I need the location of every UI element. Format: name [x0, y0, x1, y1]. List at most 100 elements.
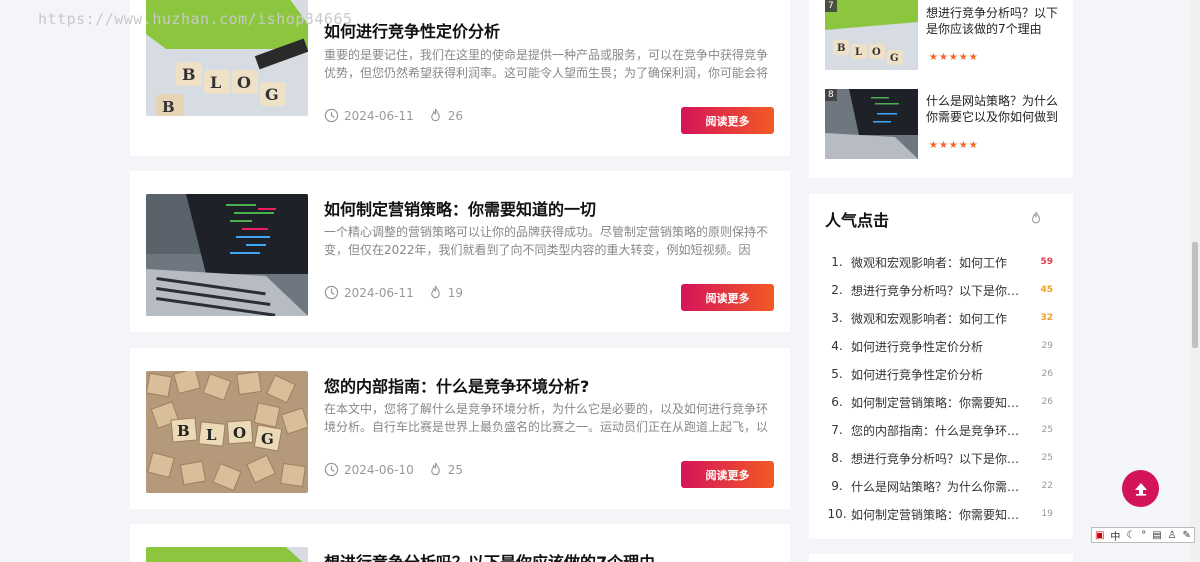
sidebar-post-title[interactable]: 什么是网站策略？为什么你需要它以及你如何做到 [926, 93, 1061, 125]
popular-count: 45 [1040, 285, 1053, 295]
post-thumbnail-blog-blocks[interactable] [146, 547, 308, 562]
popular-item-title[interactable]: 微观和宏观影响者：如何工作 [851, 310, 1033, 327]
scrollbar[interactable] [1190, 0, 1200, 562]
post-excerpt: 在本文中，您将了解什么是竞争环境分析，为什么它是必要的，以及如何进行竞争环境分析… [324, 402, 769, 434]
popular-heading: 人气点击 [825, 211, 890, 230]
sidebar-post-title[interactable]: 想进行竞争分析吗？以下是你应该做的7个理由 [926, 5, 1061, 37]
popular-item-title[interactable]: 您的内部指南：什么是竞争环境分析? [851, 422, 1033, 439]
svg-text:L: L [206, 426, 217, 444]
ime-logo-icon[interactable]: ▣ [1095, 530, 1104, 541]
post-excerpt: 重要的是要记住，我们在这里的使命是提供一种产品或服务，可以在竞争中获得竞争优势，… [324, 48, 769, 80]
popular-rank: 5. [831, 367, 843, 381]
sidebar-thumbnail[interactable]: B L O G 7 [825, 0, 918, 70]
popular-item-title[interactable]: 想进行竞争分析吗？以下是你应该做的7个理由 [851, 282, 1033, 299]
svg-text:B: B [182, 65, 196, 84]
popular-rank: 2. [831, 283, 843, 297]
svg-text:L: L [210, 73, 221, 92]
popular-count: 29 [1041, 341, 1053, 351]
popular-count: 26 [1041, 369, 1053, 379]
post-date: 2024-06-11 [344, 286, 414, 300]
post-card: B L O G 您的内部指南：什么是竞争环境分析? 在本文中，您将了解什么是竞争… [130, 348, 790, 509]
popular-widget: 人气点击 1. 微观和宏观影响者：如何工作 59 2. 想进行竞争分析吗？以下是你应该做… [809, 194, 1073, 539]
ime-mode[interactable]: 中 [1110, 528, 1120, 543]
sidebar-widget [809, 554, 1073, 562]
wrench-icon[interactable]: ✎ [1183, 530, 1191, 541]
post-views: 25 [447, 463, 464, 477]
popular-list: 1. 微观和宏观影响者：如何工作 59 2. 想进行竞争分析吗？以下是你应该做的7个理由… [823, 248, 1053, 528]
svg-text:G: G [265, 85, 279, 104]
popular-item[interactable]: 9. 什么是网站策略？为什么你需要它以及你如何做到 22 [823, 472, 1053, 500]
flame-icon [1029, 210, 1043, 230]
popular-item[interactable]: 5. 如何进行竞争性定价分析 26 [823, 360, 1053, 388]
svg-text:L: L [855, 47, 862, 58]
popular-count: 25 [1041, 453, 1053, 463]
post-meta: 2024-06-10 25 [324, 462, 463, 478]
clock-icon [324, 285, 340, 301]
back-to-top-button[interactable] [1122, 470, 1159, 507]
popular-item[interactable]: 10. 如何制定营销策略：你需要知道的一切 19 [823, 500, 1053, 528]
ime-toolbar[interactable]: ▣ 中 ☾ ° ▤ ♙ ✎ [1091, 527, 1195, 543]
popular-item-title[interactable]: 如何制定营销策略：你需要知道的一切 [851, 394, 1033, 411]
moon-icon[interactable]: ☾ [1126, 530, 1135, 541]
rating-stars: ★★★★★ [929, 140, 979, 151]
popular-item-title[interactable]: 想进行竞争分析吗？以下是你应该做的7个理由 [851, 450, 1033, 467]
rating-stars: ★★★★★ [929, 52, 979, 63]
popular-rank: 10. [827, 507, 847, 521]
post-thumbnail-laptop[interactable] [146, 194, 308, 316]
popular-count: 26 [1041, 397, 1053, 407]
post-title[interactable]: 您的内部指南：什么是竞争环境分析? [324, 373, 589, 397]
popular-rank: 1. [831, 255, 843, 269]
scrollbar-thumb[interactable] [1192, 242, 1198, 348]
post-views: 19 [447, 286, 464, 300]
svg-text:B: B [837, 43, 845, 54]
flame-icon [428, 108, 444, 124]
flame-icon [428, 285, 444, 301]
user-icon[interactable]: ♙ [1168, 530, 1177, 541]
watermark: https://www.huzhan.com/ishop34665 [38, 10, 353, 28]
popular-rank: 6. [831, 395, 843, 409]
svg-text:O: O [237, 73, 251, 92]
popular-item-title[interactable]: 微观和宏观影响者：如何工作 [851, 254, 1033, 271]
popular-item-title[interactable]: 什么是网站策略？为什么你需要它以及你如何做到 [851, 478, 1033, 495]
post-card: 如何制定营销策略：你需要知道的一切 一个精心调整的营销策略可以让你的品牌获得成功… [130, 171, 790, 332]
popular-item[interactable]: 2. 想进行竞争分析吗？以下是你应该做的7个理由 45 [823, 276, 1053, 304]
post-date: 2024-06-11 [344, 109, 414, 123]
flame-icon [428, 462, 444, 478]
popular-item[interactable]: 8. 想进行竞争分析吗？以下是你应该做的7个理由 25 [823, 444, 1053, 472]
post-title[interactable]: 想进行竞争分析吗？以下是你应该做的7个理由 [324, 549, 655, 562]
popular-item[interactable]: 7. 您的内部指南：什么是竞争环境分析? 25 [823, 416, 1053, 444]
popular-count: 59 [1040, 257, 1053, 267]
popular-rank: 3. [831, 311, 843, 325]
popular-rank: 9. [831, 479, 843, 493]
read-more-button[interactable]: 阅读更多 [681, 107, 774, 134]
svg-text:B: B [162, 98, 175, 116]
post-thumbnail-scrabble[interactable]: B L O G [146, 371, 308, 493]
sidebar-thumbnail[interactable]: 8 [825, 89, 918, 159]
post-meta: 2024-06-11 19 [324, 285, 463, 301]
popular-item[interactable]: 4. 如何进行竞争性定价分析 29 [823, 332, 1053, 360]
popular-rank: 7. [831, 423, 843, 437]
popular-item[interactable]: 6. 如何制定营销策略：你需要知道的一切 26 [823, 388, 1053, 416]
svg-text:O: O [233, 424, 246, 442]
popular-rank: 4. [831, 339, 843, 353]
post-title[interactable]: 如何制定营销策略：你需要知道的一切 [324, 196, 596, 220]
rank-badge: 8 [825, 89, 837, 101]
popular-count: 25 [1041, 425, 1053, 435]
popular-item[interactable]: 1. 微观和宏观影响者：如何工作 59 [823, 248, 1053, 276]
sidebar-recommended: B L O G 7 想进行竞争分析吗？以下是你应该做的7个理由 ★★★★★ 8 … [809, 0, 1073, 178]
post-meta: 2024-06-11 26 [324, 108, 463, 124]
popular-count: 19 [1041, 509, 1053, 519]
popular-item-title[interactable]: 如何制定营销策略：你需要知道的一切 [851, 506, 1033, 523]
punctuation-icon[interactable]: ° [1141, 530, 1146, 541]
popular-count: 32 [1040, 313, 1053, 323]
read-more-button[interactable]: 阅读更多 [681, 284, 774, 311]
keyboard-icon[interactable]: ▤ [1152, 530, 1161, 541]
read-more-button[interactable]: 阅读更多 [681, 461, 774, 488]
svg-text:O: O [872, 47, 881, 58]
popular-item-title[interactable]: 如何进行竞争性定价分析 [851, 366, 1033, 383]
arrow-up-icon [1134, 482, 1147, 496]
svg-text:B: B [177, 422, 190, 440]
popular-rank: 8. [831, 451, 843, 465]
popular-item-title[interactable]: 如何进行竞争性定价分析 [851, 338, 1033, 355]
popular-item[interactable]: 3. 微观和宏观影响者：如何工作 32 [823, 304, 1053, 332]
